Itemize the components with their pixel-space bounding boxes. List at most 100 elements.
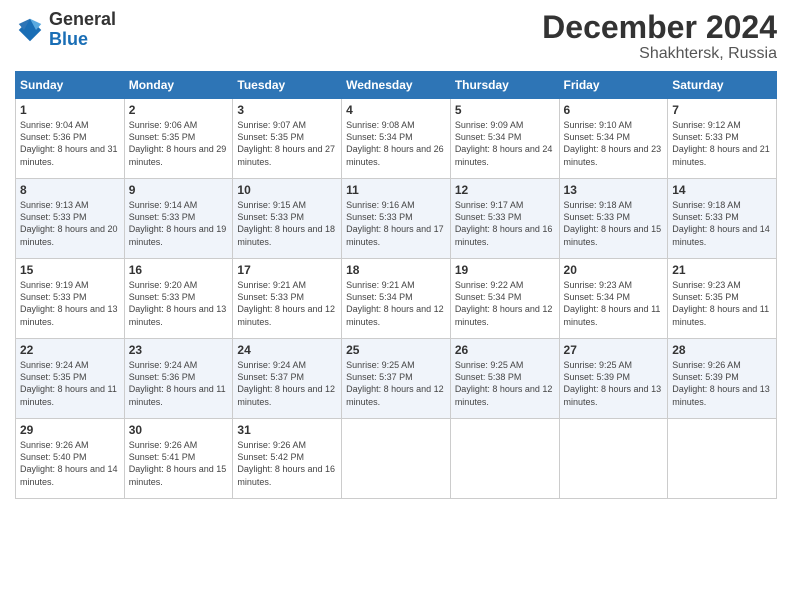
day-info: Sunrise: 9:09 AMSunset: 5:34 PMDaylight:…: [455, 119, 555, 168]
day-info: Sunrise: 9:22 AMSunset: 5:34 PMDaylight:…: [455, 279, 555, 328]
day-info: Sunrise: 9:26 AMSunset: 5:39 PMDaylight:…: [672, 359, 772, 408]
day-info: Sunrise: 9:21 AMSunset: 5:34 PMDaylight:…: [346, 279, 446, 328]
weekday-header-monday: Monday: [124, 72, 233, 99]
day-info: Sunrise: 9:23 AMSunset: 5:34 PMDaylight:…: [564, 279, 664, 328]
month-title: December 2024: [542, 10, 777, 45]
day-number: 6: [564, 103, 664, 117]
day-info: Sunrise: 9:08 AMSunset: 5:34 PMDaylight:…: [346, 119, 446, 168]
day-info: Sunrise: 9:14 AMSunset: 5:33 PMDaylight:…: [129, 199, 229, 248]
weekday-header-wednesday: Wednesday: [342, 72, 451, 99]
calendar-day-5: 5 Sunrise: 9:09 AMSunset: 5:34 PMDaylight…: [450, 99, 559, 179]
calendar-day-15: 15 Sunrise: 9:19 AMSunset: 5:33 PMDayligh…: [16, 259, 125, 339]
day-number: 26: [455, 343, 555, 357]
day-info: Sunrise: 9:26 AMSunset: 5:42 PMDaylight:…: [237, 439, 337, 488]
day-info: Sunrise: 9:19 AMSunset: 5:33 PMDaylight:…: [20, 279, 120, 328]
day-number: 8: [20, 183, 120, 197]
calendar-day-18: 18 Sunrise: 9:21 AMSunset: 5:34 PMDayligh…: [342, 259, 451, 339]
logo: General Blue: [15, 10, 116, 50]
day-number: 31: [237, 423, 337, 437]
day-info: Sunrise: 9:25 AMSunset: 5:38 PMDaylight:…: [455, 359, 555, 408]
calendar-day-9: 9 Sunrise: 9:14 AMSunset: 5:33 PMDaylight…: [124, 179, 233, 259]
calendar-day-30: 30 Sunrise: 9:26 AMSunset: 5:41 PMDayligh…: [124, 419, 233, 499]
calendar-day-16: 16Sunrise: 9:20 AMSunset: 5:33 PMDayligh…: [124, 259, 233, 339]
calendar-day-10: 10 Sunrise: 9:15 AMSunset: 5:33 PMDayligh…: [233, 179, 342, 259]
day-number: 18: [346, 263, 446, 277]
day-number: 9: [129, 183, 229, 197]
weekday-header-sunday: Sunday: [16, 72, 125, 99]
calendar-body: 1Sunrise: 9:04 AMSunset: 5:36 PMDaylight…: [16, 99, 777, 499]
calendar-day-8: 8 Sunrise: 9:13 AMSunset: 5:33 PMDaylight…: [16, 179, 125, 259]
day-number: 25: [346, 343, 446, 357]
location-subtitle: Shakhtersk, Russia: [542, 45, 777, 63]
day-number: 14: [672, 183, 772, 197]
day-number: 13: [564, 183, 664, 197]
day-number: 7: [672, 103, 772, 117]
day-info: Sunrise: 9:17 AMSunset: 5:33 PMDaylight:…: [455, 199, 555, 248]
day-info: Sunrise: 9:18 AMSunset: 5:33 PMDaylight:…: [672, 199, 772, 248]
day-info: Sunrise: 9:24 AMSunset: 5:37 PMDaylight:…: [237, 359, 337, 408]
day-info: Sunrise: 9:21 AMSunset: 5:33 PMDaylight:…: [237, 279, 337, 328]
day-info: Sunrise: 9:10 AMSunset: 5:34 PMDaylight:…: [564, 119, 664, 168]
day-number: 27: [564, 343, 664, 357]
weekday-header-friday: Friday: [559, 72, 668, 99]
day-info: Sunrise: 9:24 AMSunset: 5:36 PMDaylight:…: [129, 359, 229, 408]
page-header: General Blue December 2024 Shakhtersk, R…: [15, 10, 777, 63]
day-number: 28: [672, 343, 772, 357]
day-number: 10: [237, 183, 337, 197]
day-info: Sunrise: 9:15 AMSunset: 5:33 PMDaylight:…: [237, 199, 337, 248]
title-section: December 2024 Shakhtersk, Russia: [542, 10, 777, 63]
day-info: Sunrise: 9:06 AMSunset: 5:35 PMDaylight:…: [129, 119, 229, 168]
calendar-week-5: 29Sunrise: 9:26 AMSunset: 5:40 PMDayligh…: [16, 419, 777, 499]
calendar-day-17: 17 Sunrise: 9:21 AMSunset: 5:33 PMDayligh…: [233, 259, 342, 339]
day-info: Sunrise: 9:24 AMSunset: 5:35 PMDaylight:…: [20, 359, 120, 408]
calendar-day-11: 11Sunrise: 9:16 AMSunset: 5:33 PMDayligh…: [342, 179, 451, 259]
day-number: 11: [346, 183, 446, 197]
day-number: 15: [20, 263, 120, 277]
day-number: 3: [237, 103, 337, 117]
calendar-day-13: 13Sunrise: 9:18 AMSunset: 5:33 PMDayligh…: [559, 179, 668, 259]
day-info: Sunrise: 9:23 AMSunset: 5:35 PMDaylight:…: [672, 279, 772, 328]
calendar-day-25: 25 Sunrise: 9:25 AMSunset: 5:37 PMDayligh…: [342, 339, 451, 419]
day-number: 4: [346, 103, 446, 117]
calendar-day-21: 21 Sunrise: 9:23 AMSunset: 5:35 PMDayligh…: [668, 259, 777, 339]
day-info: Sunrise: 9:26 AMSunset: 5:41 PMDaylight:…: [129, 439, 229, 488]
empty-cell: [559, 419, 668, 499]
day-info: Sunrise: 9:25 AMSunset: 5:37 PMDaylight:…: [346, 359, 446, 408]
calendar-day-28: 28 Sunrise: 9:26 AMSunset: 5:39 PMDayligh…: [668, 339, 777, 419]
day-number: 19: [455, 263, 555, 277]
calendar-day-22: 22 Sunrise: 9:24 AMSunset: 5:35 PMDayligh…: [16, 339, 125, 419]
day-number: 23: [129, 343, 229, 357]
day-info: Sunrise: 9:25 AMSunset: 5:39 PMDaylight:…: [564, 359, 664, 408]
calendar-day-31: 31 Sunrise: 9:26 AMSunset: 5:42 PMDayligh…: [233, 419, 342, 499]
day-number: 12: [455, 183, 555, 197]
empty-cell: [668, 419, 777, 499]
calendar-day-2: 2 Sunrise: 9:06 AMSunset: 5:35 PMDaylight…: [124, 99, 233, 179]
empty-cell: [342, 419, 451, 499]
day-number: 21: [672, 263, 772, 277]
day-number: 2: [129, 103, 229, 117]
day-info: Sunrise: 9:12 AMSunset: 5:33 PMDaylight:…: [672, 119, 772, 168]
calendar-day-29: 29Sunrise: 9:26 AMSunset: 5:40 PMDayligh…: [16, 419, 125, 499]
day-number: 24: [237, 343, 337, 357]
calendar-day-26: 26 Sunrise: 9:25 AMSunset: 5:38 PMDayligh…: [450, 339, 559, 419]
calendar-day-3: 3 Sunrise: 9:07 AMSunset: 5:35 PMDaylight…: [233, 99, 342, 179]
day-number: 22: [20, 343, 120, 357]
day-number: 17: [237, 263, 337, 277]
day-number: 30: [129, 423, 229, 437]
calendar-day-24: 24 Sunrise: 9:24 AMSunset: 5:37 PMDayligh…: [233, 339, 342, 419]
weekday-header-tuesday: Tuesday: [233, 72, 342, 99]
calendar-day-12: 12 Sunrise: 9:17 AMSunset: 5:33 PMDayligh…: [450, 179, 559, 259]
calendar-week-4: 22 Sunrise: 9:24 AMSunset: 5:35 PMDayligh…: [16, 339, 777, 419]
calendar-day-6: 6 Sunrise: 9:10 AMSunset: 5:34 PMDaylight…: [559, 99, 668, 179]
day-info: Sunrise: 9:13 AMSunset: 5:33 PMDaylight:…: [20, 199, 120, 248]
calendar-day-7: 7 Sunrise: 9:12 AMSunset: 5:33 PMDaylight…: [668, 99, 777, 179]
calendar-day-19: 19 Sunrise: 9:22 AMSunset: 5:34 PMDayligh…: [450, 259, 559, 339]
weekday-header-saturday: Saturday: [668, 72, 777, 99]
day-number: 20: [564, 263, 664, 277]
calendar-header-row: SundayMondayTuesdayWednesdayThursdayFrid…: [16, 72, 777, 99]
day-info: Sunrise: 9:07 AMSunset: 5:35 PMDaylight:…: [237, 119, 337, 168]
day-number: 5: [455, 103, 555, 117]
calendar-day-27: 27 Sunrise: 9:25 AMSunset: 5:39 PMDayligh…: [559, 339, 668, 419]
day-number: 29: [20, 423, 120, 437]
calendar-week-2: 8 Sunrise: 9:13 AMSunset: 5:33 PMDaylight…: [16, 179, 777, 259]
